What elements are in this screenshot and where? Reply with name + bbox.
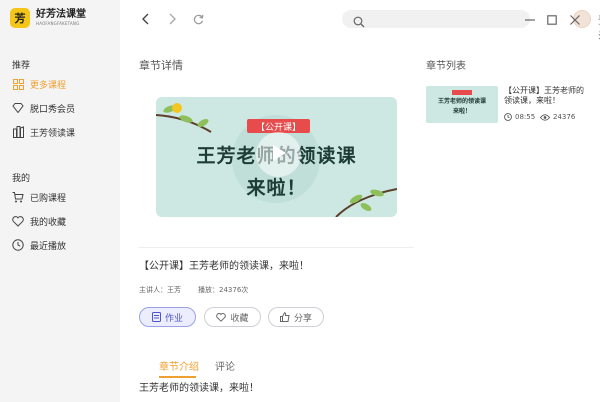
chapter-list-title: 章节列表 — [426, 61, 466, 72]
app-name: 好芳法课堂 — [36, 9, 86, 20]
clock-icon — [504, 113, 512, 121]
section-recommend: 推荐 — [12, 61, 31, 71]
chapter-title: 【公开课】王芳老师的领读课，来啦！ — [139, 261, 309, 272]
forward-button[interactable] — [165, 12, 179, 26]
close-button[interactable] — [569, 12, 581, 26]
tab-chapter-intro[interactable]: 章节介绍 — [159, 358, 199, 373]
maximize-button[interactable] — [546, 12, 558, 26]
divider — [139, 247, 414, 248]
book-icon — [12, 126, 24, 138]
video-player[interactable]: 【公开课】 王芳老师的领读课 来啦！ — [156, 97, 397, 217]
cart-icon — [12, 191, 24, 203]
chevron-right-icon — [167, 10, 177, 29]
thumb-title-line1: 王芳老师的领读课 — [437, 98, 486, 105]
tab-comments[interactable]: 评论 — [215, 358, 235, 373]
sidebar-item-more-courses[interactable]: 更多课程 — [12, 77, 66, 91]
heart-icon — [216, 312, 227, 322]
back-button[interactable] — [139, 12, 153, 26]
chapter-item-title: 【公开课】王芳老师的领读课，来啦！ — [504, 86, 584, 105]
heart-icon — [12, 215, 24, 227]
video-tag: 【公开课】 — [247, 119, 310, 133]
sidebar-item-wangfang-reading[interactable]: 王芳领读课 — [12, 125, 75, 139]
app-logo[interactable]: 芳 好芳法课堂 HAOFANGFAKETANG — [10, 8, 86, 28]
search-icon — [353, 13, 365, 32]
sidebar: 芳 好芳法课堂 HAOFANGFAKETANG 推荐 更多课程 脱口秀会员 王芳… — [0, 0, 120, 402]
thumb-tag — [452, 90, 472, 95]
chapter-intro-text: 王芳老师的领读课，来啦！ — [139, 383, 259, 394]
sidebar-item-talkshow-member[interactable]: 脱口秀会员 — [12, 101, 75, 115]
homework-icon — [151, 312, 161, 322]
play-count: 播放：24376次 — [198, 286, 249, 294]
lecturer: 主讲人：王芳 — [139, 286, 181, 294]
sidebar-item-label: 王芳领读课 — [30, 128, 76, 139]
share-label: 分享 — [293, 313, 312, 324]
page-title: 章节详情 — [139, 59, 183, 72]
play-button[interactable] — [256, 132, 301, 177]
chapter-views: 24376 — [540, 113, 575, 121]
sidebar-item-recent[interactable]: 最近播放 — [12, 238, 66, 252]
sidebar-item-purchased[interactable]: 已购课程 — [12, 190, 66, 204]
tab-underline — [159, 376, 196, 378]
app-subtitle: HAOFANGFAKETANG — [36, 21, 80, 26]
thumbs-up-icon — [279, 312, 290, 322]
sidebar-item-label: 已购课程 — [30, 193, 67, 204]
homework-label: 作业 — [164, 313, 183, 324]
minimize-icon — [525, 10, 535, 29]
share-button[interactable]: 分享 — [268, 307, 324, 327]
search-input[interactable] — [342, 10, 530, 28]
diamond-icon — [12, 102, 24, 114]
chapter-thumbnail: 王芳老师的领读课 来啦！ — [426, 86, 498, 123]
thumb-title-line2: 来啦！ — [452, 108, 471, 115]
minimize-button[interactable] — [524, 12, 536, 26]
grid-icon — [12, 78, 24, 90]
sidebar-item-label: 我的收藏 — [30, 217, 67, 228]
favorite-button[interactable]: 收藏 — [204, 307, 261, 327]
eye-icon — [540, 113, 550, 121]
sidebar-item-label: 最近播放 — [30, 241, 67, 252]
play-icon — [271, 144, 287, 166]
logo-icon: 芳 — [10, 8, 30, 28]
clock-icon — [12, 239, 24, 251]
video-title-line2: 来啦！ — [246, 177, 307, 199]
favorite-label: 收藏 — [230, 313, 249, 324]
sidebar-item-favorites[interactable]: 我的收藏 — [12, 214, 66, 228]
section-mine: 我的 — [12, 174, 31, 184]
close-icon — [570, 10, 580, 29]
sidebar-item-label: 更多课程 — [30, 80, 67, 91]
top-bar: 登录 — [120, 0, 600, 42]
chapter-duration: 08:55 — [504, 113, 535, 121]
refresh-icon — [193, 10, 204, 29]
sidebar-item-label: 脱口秀会员 — [30, 104, 76, 115]
maximize-icon — [547, 10, 557, 29]
refresh-button[interactable] — [191, 12, 205, 26]
homework-button[interactable]: 作业 — [139, 307, 196, 327]
chevron-left-icon — [141, 10, 151, 29]
